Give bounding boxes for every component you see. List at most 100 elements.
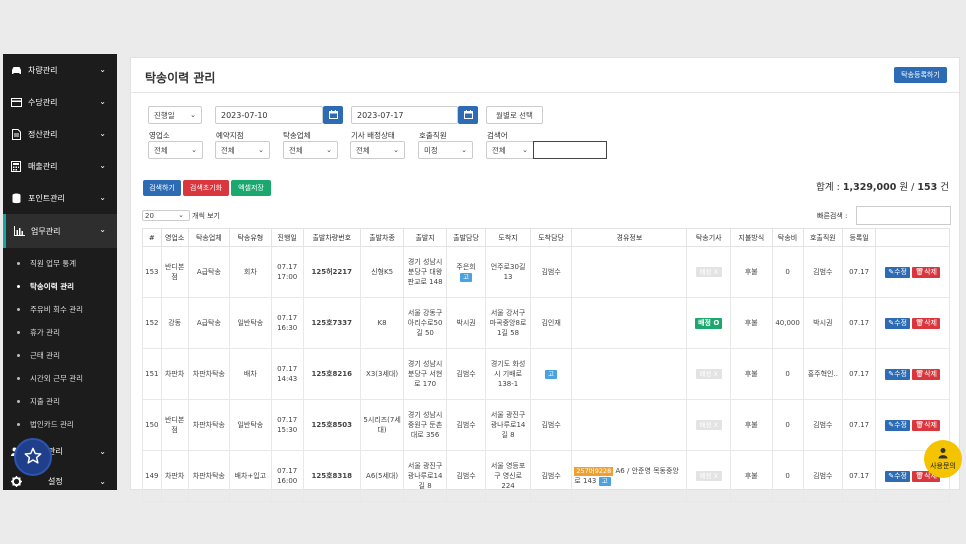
table-row[interactable]: 152 강동 A급탁송 일반탁송 07.17 16:30 125호7337 K8… — [142, 297, 950, 349]
sidebar-subitem[interactable]: 근태 관리 — [3, 344, 117, 367]
company-select[interactable]: 전체 ⌄ — [283, 141, 338, 159]
chevron-down-icon: ⌄ — [522, 146, 528, 154]
table-row[interactable]: 150 반디본점 차판차탁송 일반탁송 07.17 15:30 125호8503… — [142, 399, 950, 451]
calendar-button[interactable] — [323, 106, 343, 124]
cell-text: 반디본점 — [164, 263, 185, 281]
date-to-input[interactable]: 2023-07-17 — [351, 106, 458, 124]
keyword-label: 검색어 — [487, 131, 508, 140]
reserve-branch-select[interactable]: 전체 ⌄ — [215, 141, 270, 159]
calculator-icon — [10, 160, 22, 172]
sidebar-item-label: 차량관리 — [28, 65, 58, 75]
date-type-select[interactable]: 진행일 ⌄ — [148, 106, 202, 124]
register-delivery-button[interactable]: 탁송등록하기 — [894, 67, 947, 83]
table-row[interactable]: 153 반디본점 A급탁송 회차 07.17 17:00 125허2217 신형… — [142, 246, 950, 298]
cell-text: 40,000 — [775, 319, 800, 327]
column-header[interactable]: 경유정보 — [571, 228, 688, 247]
sidebar-subitem[interactable]: 지출 관리 — [3, 390, 117, 413]
column-header[interactable]: 출발차량번호 — [302, 228, 361, 247]
sidebar-subitem[interactable]: 휴가 관리 — [3, 321, 117, 344]
sidebar-subitem-active[interactable]: 탁송이력 관리 — [3, 275, 117, 298]
column-header[interactable]: 출발지 — [403, 228, 447, 247]
cell-text: 서울 강서구 마곡중앙8로1길 58 — [489, 309, 527, 337]
driver-status-badge: 배정 X — [695, 420, 722, 430]
column-header[interactable]: 도착담당 — [529, 228, 573, 247]
column-header[interactable]: 지불방식 — [730, 228, 773, 247]
cell-text: 후불 — [744, 370, 758, 378]
select-value: 전체 — [221, 145, 235, 155]
delete-button[interactable]: 🗑삭제 — [912, 368, 940, 380]
column-header[interactable]: 영업소 — [160, 228, 189, 247]
cell-text: 신형K5 — [371, 268, 394, 276]
date-from-input[interactable]: 2023-07-10 — [215, 106, 323, 124]
sidebar-item-work[interactable]: 업무관리 ⌄ — [3, 214, 117, 248]
favorites-button[interactable] — [14, 438, 52, 476]
sidebar-subitem[interactable]: 법인카드 관리 — [3, 413, 117, 436]
delete-button[interactable]: 🗑삭제 — [912, 317, 940, 329]
reset-search-button[interactable]: 검색초기화 — [183, 180, 229, 196]
table-row[interactable]: 151 차판차 차판차탁송 배차 07.17 14:43 125호8216 X3… — [142, 348, 950, 400]
calendar-button[interactable] — [458, 106, 478, 124]
cell-text: 반디본점 — [164, 416, 185, 434]
calendar-icon — [463, 109, 473, 121]
sidebar-subitem[interactable]: 시간외 근무 관리 — [3, 367, 117, 390]
sidebar-item-vehicle[interactable]: 차량관리 ⌄ — [3, 54, 117, 86]
cell-text: 배차 — [243, 370, 257, 378]
excel-save-button[interactable]: 엑셀저장 — [231, 180, 271, 196]
edit-button[interactable]: ✎수정 — [885, 470, 910, 482]
help-button[interactable]: 사용문의 — [924, 440, 962, 478]
column-header[interactable]: 호출직원 — [802, 228, 844, 247]
sidebar-item-settlement[interactable]: 정산관리 ⌄ — [3, 118, 117, 150]
edit-label: 수정 — [894, 267, 907, 276]
total-unit: 원 / — [896, 182, 918, 193]
branch-select[interactable]: 전체 ⌄ — [148, 141, 203, 159]
column-header[interactable]: 출발담당 — [445, 228, 487, 247]
column-header[interactable]: 출발차종 — [359, 228, 405, 247]
cell-text: 일반탁송 — [237, 319, 264, 327]
cell-text: 후불 — [744, 421, 758, 429]
cell-text: 회차 — [243, 268, 257, 276]
chevron-down-icon: ⌄ — [393, 146, 399, 154]
edit-button[interactable]: ✎수정 — [885, 419, 910, 431]
chevron-down-icon: ⌄ — [99, 129, 106, 138]
delete-button[interactable]: 🗑삭제 — [912, 419, 940, 431]
caller-select[interactable]: 미정 ⌄ — [418, 141, 473, 159]
table-row[interactable]: 149 차판차 차판차탁송 배차+입고 07.17 16:00 125호8318… — [142, 450, 950, 502]
search-button[interactable]: 검색하기 — [143, 180, 181, 196]
column-header[interactable]: 탁송업체 — [187, 228, 231, 247]
sidebar-subitem[interactable]: 직원 업무 통계 — [3, 252, 117, 275]
column-header[interactable]: 등록일 — [842, 228, 877, 247]
delete-button[interactable]: 🗑삭제 — [912, 266, 940, 278]
column-header[interactable]: 탁송비 — [771, 228, 804, 247]
sidebar-item-label: 정산관리 — [28, 129, 58, 139]
monthly-select-button[interactable]: 월별로 선택 — [486, 106, 543, 124]
page-size-select[interactable]: 20 ⌄ — [142, 210, 190, 221]
column-header[interactable]: 도착지 — [485, 228, 531, 247]
cell-text: 125호8318 — [311, 472, 353, 480]
edit-button[interactable]: ✎수정 — [885, 317, 910, 329]
edit-button[interactable]: ✎수정 — [885, 368, 910, 380]
calendar-icon — [328, 109, 338, 121]
keyword-input[interactable] — [533, 141, 607, 159]
column-header[interactable]: 탁송유형 — [229, 228, 272, 247]
cell-text: 김범수 — [541, 472, 561, 480]
column-header[interactable]: 탁송기사 — [686, 228, 732, 247]
quick-search-input[interactable] — [856, 206, 951, 225]
column-header[interactable] — [875, 228, 950, 247]
cell-text: 151 — [145, 370, 159, 378]
column-header[interactable]: # — [142, 228, 162, 247]
sidebar-item-label: 업무관리 — [31, 226, 61, 236]
chevron-down-icon: ⌄ — [191, 146, 197, 154]
edit-label: 수정 — [894, 471, 907, 480]
sidebar-subitem[interactable]: 주유비 회수 관리 — [3, 298, 117, 321]
keyword-field-select[interactable]: 전체 ⌄ — [486, 141, 534, 159]
edit-button[interactable]: ✎수정 — [885, 266, 910, 278]
chevron-down-icon: ⌄ — [99, 65, 106, 74]
chevron-down-icon: ⌄ — [99, 477, 106, 486]
sidebar-item-allowance[interactable]: 수당관리 ⌄ — [3, 86, 117, 118]
page-size-label: 개씩 보기 — [192, 212, 220, 220]
subitem-label: 근태 관리 — [30, 351, 60, 360]
column-header[interactable]: 진행일 — [270, 228, 304, 247]
sidebar-item-sales[interactable]: 매출관리 ⌄ — [3, 150, 117, 182]
sidebar-item-points[interactable]: 포인트관리 ⌄ — [3, 182, 117, 214]
driver-status-select[interactable]: 전체 ⌄ — [350, 141, 405, 159]
